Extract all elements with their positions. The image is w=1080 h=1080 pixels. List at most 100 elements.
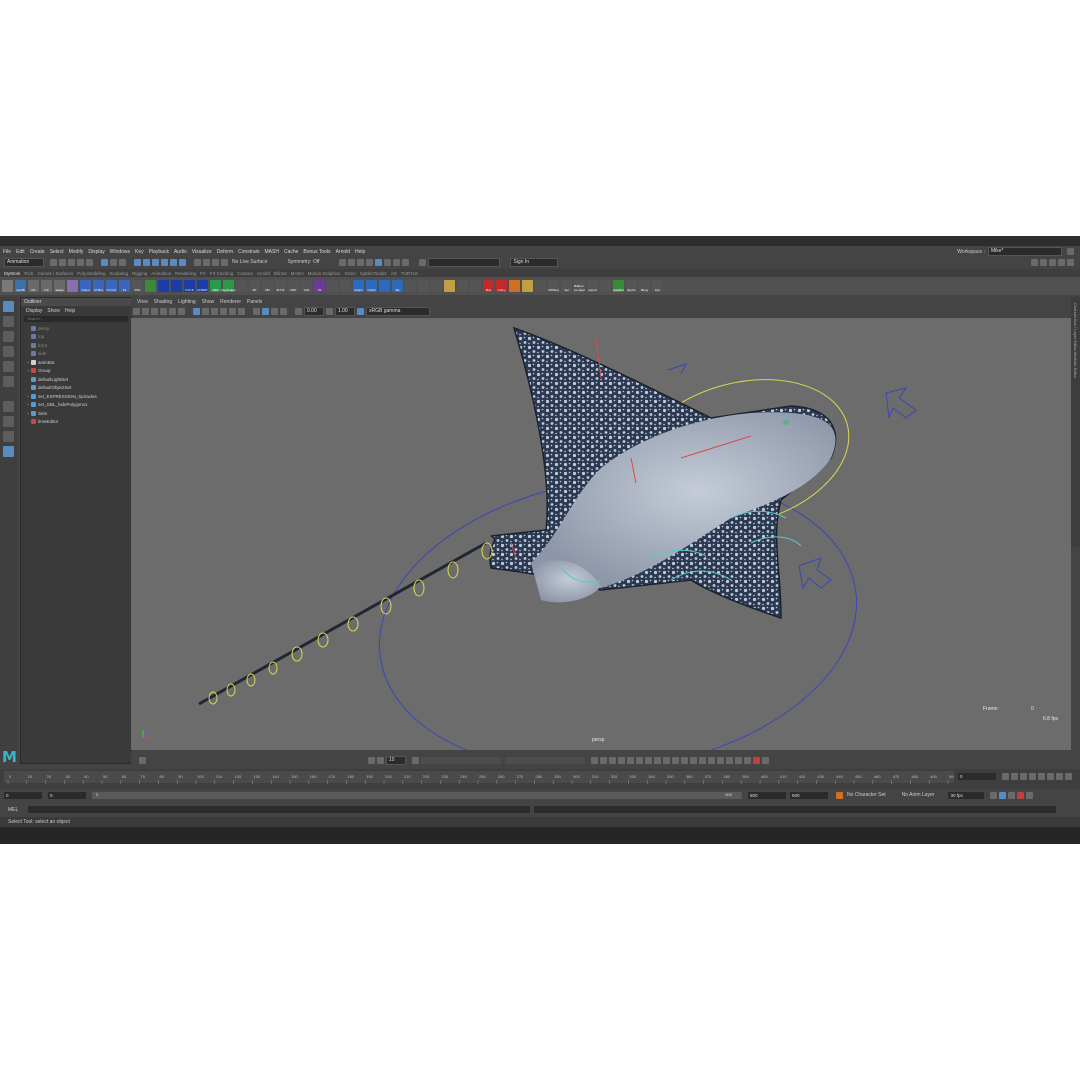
shelf-button-36[interactable] xyxy=(470,280,481,292)
exposure-icon[interactable] xyxy=(295,307,302,315)
menu-set-dropdown[interactable]: Animation xyxy=(4,257,44,267)
shelf-tab-motion-graphics[interactable]: Motion Graphics xyxy=(308,271,341,276)
snap-curve-icon[interactable] xyxy=(143,258,150,266)
shelf-button-15[interactable]: CONST xyxy=(197,280,208,292)
go-to-end-icon[interactable] xyxy=(1065,773,1072,780)
fps-dropdown[interactable]: 30 fps xyxy=(948,791,985,799)
redo-icon[interactable] xyxy=(86,258,93,266)
textured-icon[interactable] xyxy=(220,307,227,315)
menu-deform[interactable]: Deform xyxy=(217,249,233,255)
shelf-button-47[interactable]: EasiRef xyxy=(613,280,624,292)
outliner-item[interactable]: top xyxy=(25,333,131,342)
shelf-button-35[interactable] xyxy=(457,280,468,292)
undo-icon[interactable] xyxy=(77,258,84,266)
outliner-item[interactable]: defaultLightSet xyxy=(25,375,131,384)
shelf-tab-rendering[interactable]: Rendering xyxy=(175,271,196,276)
channel-box-icon[interactable] xyxy=(1031,258,1038,266)
outliner-menu-show[interactable]: Show xyxy=(47,308,60,314)
playback-end-field[interactable]: 500 xyxy=(748,791,786,799)
shelf-button-0[interactable] xyxy=(2,280,13,292)
magnet-icon[interactable] xyxy=(139,756,146,764)
shelf-button-38[interactable]: Curvy xyxy=(496,280,507,292)
bookmark-icon[interactable] xyxy=(142,307,149,315)
shelf-button-29[interactable] xyxy=(379,280,390,292)
shelf-tab-custom[interactable]: Custom xyxy=(237,271,253,276)
play-forward-icon[interactable] xyxy=(1038,773,1045,780)
select-hierarchy-icon[interactable] xyxy=(101,258,108,266)
anim-tool-10-icon[interactable] xyxy=(672,756,679,764)
shelf-tab-mash[interactable]: MASH xyxy=(291,271,304,276)
menu-modify[interactable]: Modify xyxy=(69,249,84,255)
open-scene-icon[interactable] xyxy=(59,258,66,266)
tool-settings-icon[interactable] xyxy=(1058,258,1065,266)
shelf-button-40[interactable] xyxy=(522,280,533,292)
loop-icon[interactable] xyxy=(990,791,998,799)
xray-joints-icon[interactable] xyxy=(280,307,287,315)
anim-tool-2-icon[interactable] xyxy=(600,756,607,764)
search-icon[interactable] xyxy=(419,258,427,266)
snap-live-icon[interactable] xyxy=(179,258,186,266)
range-slider[interactable]: 0 500 xyxy=(92,791,742,799)
side-tab-strip[interactable]: Channel Box / Layer Editor Attribute Edi… xyxy=(1071,297,1080,547)
anim-tool-7-icon[interactable] xyxy=(645,756,652,764)
menu-arnold[interactable]: Arnold xyxy=(336,249,350,255)
xray-icon[interactable] xyxy=(271,307,278,315)
anim-tool-4-icon[interactable] xyxy=(618,756,625,764)
gear-icon[interactable] xyxy=(1067,248,1074,255)
modeling-toolkit-icon[interactable] xyxy=(1040,258,1047,266)
anim-tool-17-icon[interactable] xyxy=(735,756,742,764)
render-region-icon[interactable] xyxy=(357,258,365,266)
select-object-icon[interactable] xyxy=(110,258,117,266)
auto-key-icon[interactable] xyxy=(999,791,1007,799)
anim-tool-9-icon[interactable] xyxy=(663,756,670,764)
render-icon[interactable] xyxy=(203,258,210,266)
shelf-button-3[interactable]: CP xyxy=(41,280,52,292)
snap-point-icon[interactable] xyxy=(152,258,159,266)
outliner-search[interactable]: Search... xyxy=(24,316,128,322)
shelf-tab-mywork[interactable]: MyWork xyxy=(4,271,20,276)
grid-icon[interactable] xyxy=(160,307,167,315)
viewport-menu-show[interactable]: Show xyxy=(202,299,215,305)
viewport-menu-shading[interactable]: Shading xyxy=(154,299,172,305)
start-time-field[interactable]: 0 xyxy=(4,791,42,799)
character-key-icon[interactable] xyxy=(836,791,843,799)
outliner-toggle-icon[interactable] xyxy=(1067,258,1074,266)
shadows-icon[interactable] xyxy=(238,307,245,315)
outliner-layout-icon[interactable] xyxy=(3,446,14,457)
workspace-dropdown[interactable]: Mike* xyxy=(988,247,1062,256)
shelf-button-14[interactable]: P-R-S xyxy=(184,280,195,292)
render-view-icon[interactable] xyxy=(348,258,356,266)
viewport-menu-view[interactable]: View xyxy=(137,299,148,305)
shelf-button-19[interactable]: BT xyxy=(249,280,260,292)
viewport-menu-panels[interactable]: Panels xyxy=(247,299,262,305)
menu-file[interactable]: File xyxy=(3,249,11,255)
anim-tool-18-icon[interactable] xyxy=(744,756,751,764)
side-by-side-icon[interactable] xyxy=(3,431,14,442)
outliner-item[interactable]: timeEditor xyxy=(25,418,131,427)
attribute-editor-icon[interactable] xyxy=(1049,258,1056,266)
preferences-icon[interactable] xyxy=(1008,791,1016,799)
mel-label[interactable]: MEL xyxy=(8,807,18,813)
resolution-gate-icon[interactable] xyxy=(178,307,185,315)
save-scene-icon[interactable] xyxy=(68,258,75,266)
anim-tool-14-icon[interactable] xyxy=(708,756,715,764)
anim-tool-13-icon[interactable] xyxy=(699,756,706,764)
outliner-menu-help[interactable]: Help xyxy=(65,308,75,314)
wireframe-on-shaded-icon[interactable] xyxy=(211,307,218,315)
shelf-tab-fx-caching[interactable]: FX Caching xyxy=(210,271,234,276)
shelf-button-1[interactable]: GLOB xyxy=(15,280,26,292)
menu-help[interactable]: Help xyxy=(355,249,365,255)
shelf-button-18[interactable] xyxy=(236,280,247,292)
outliner-item[interactable]: + set_GBL_hidePolygons1 xyxy=(25,401,131,410)
menu-cache[interactable]: Cache xyxy=(284,249,298,255)
outliner-item[interactable]: + Group xyxy=(25,367,131,376)
paint-select-icon[interactable] xyxy=(3,331,14,342)
key-icon[interactable] xyxy=(368,756,375,764)
shelf-button-48[interactable]: Ejects xyxy=(626,280,637,292)
smooth-shade-icon[interactable] xyxy=(202,307,209,315)
menu-display[interactable]: Display xyxy=(88,249,104,255)
shelf-button-5[interactable] xyxy=(67,280,78,292)
lasso-tool-icon[interactable] xyxy=(3,316,14,327)
outliner-item[interactable]: + Sets xyxy=(25,409,131,418)
snap-surface-icon[interactable] xyxy=(170,258,177,266)
